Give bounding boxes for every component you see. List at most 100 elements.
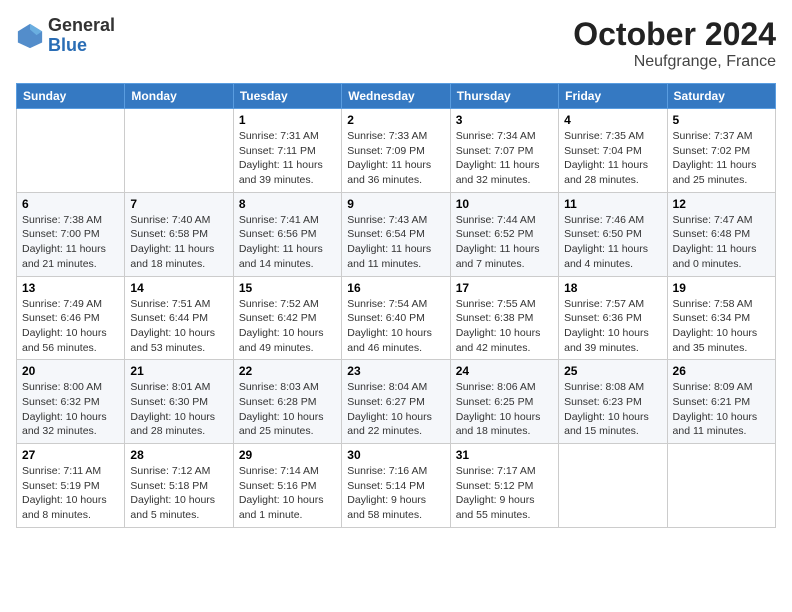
day-detail: Sunrise: 7:16 AM Sunset: 5:14 PM Dayligh… [347,464,444,523]
day-detail: Sunrise: 7:55 AM Sunset: 6:38 PM Dayligh… [456,297,553,356]
day-number: 12 [673,197,770,211]
calendar-cell: 18 Sunrise: 7:57 AM Sunset: 6:36 PM Dayli… [559,276,667,360]
day-number: 15 [239,281,336,295]
day-number: 9 [347,197,444,211]
weekday-header: Saturday [667,84,775,109]
day-detail: Sunrise: 7:11 AM Sunset: 5:19 PM Dayligh… [22,464,119,523]
day-number: 25 [564,364,661,378]
calendar-cell: 27 Sunrise: 7:11 AM Sunset: 5:19 PM Dayli… [17,444,125,528]
day-number: 5 [673,113,770,127]
day-detail: Sunrise: 8:04 AM Sunset: 6:27 PM Dayligh… [347,380,444,439]
title-block: October 2024 Neufgrange, France [573,16,776,71]
calendar-cell: 31 Sunrise: 7:17 AM Sunset: 5:12 PM Dayli… [450,444,558,528]
calendar-cell: 20 Sunrise: 8:00 AM Sunset: 6:32 PM Dayli… [17,360,125,444]
day-number: 13 [22,281,119,295]
calendar-cell: 8 Sunrise: 7:41 AM Sunset: 6:56 PM Daylig… [233,192,341,276]
calendar-cell: 17 Sunrise: 7:55 AM Sunset: 6:38 PM Dayli… [450,276,558,360]
day-detail: Sunrise: 7:40 AM Sunset: 6:58 PM Dayligh… [130,213,227,272]
day-detail: Sunrise: 8:09 AM Sunset: 6:21 PM Dayligh… [673,380,770,439]
calendar-week-row: 27 Sunrise: 7:11 AM Sunset: 5:19 PM Dayli… [17,444,776,528]
page-header: General Blue October 2024 Neufgrange, Fr… [16,16,776,71]
calendar-cell: 29 Sunrise: 7:14 AM Sunset: 5:16 PM Dayli… [233,444,341,528]
day-detail: Sunrise: 8:03 AM Sunset: 6:28 PM Dayligh… [239,380,336,439]
day-detail: Sunrise: 7:33 AM Sunset: 7:09 PM Dayligh… [347,129,444,188]
calendar-cell [125,109,233,193]
calendar-cell: 25 Sunrise: 8:08 AM Sunset: 6:23 PM Dayli… [559,360,667,444]
day-detail: Sunrise: 7:41 AM Sunset: 6:56 PM Dayligh… [239,213,336,272]
day-detail: Sunrise: 7:58 AM Sunset: 6:34 PM Dayligh… [673,297,770,356]
day-number: 20 [22,364,119,378]
day-detail: Sunrise: 7:51 AM Sunset: 6:44 PM Dayligh… [130,297,227,356]
calendar-cell [559,444,667,528]
calendar-week-row: 6Sunrise: 7:38 AM Sunset: 7:00 PM Daylig… [17,192,776,276]
day-detail: Sunrise: 7:43 AM Sunset: 6:54 PM Dayligh… [347,213,444,272]
calendar-cell [667,444,775,528]
calendar-cell: 7 Sunrise: 7:40 AM Sunset: 6:58 PM Daylig… [125,192,233,276]
logo-blue-text: Blue [48,36,115,56]
calendar-cell: 3 Sunrise: 7:34 AM Sunset: 7:07 PM Daylig… [450,109,558,193]
day-number: 18 [564,281,661,295]
month-title: October 2024 [573,16,776,53]
weekday-header: Thursday [450,84,558,109]
calendar-cell: 28 Sunrise: 7:12 AM Sunset: 5:18 PM Dayli… [125,444,233,528]
day-number: 26 [673,364,770,378]
day-number: 7 [130,197,227,211]
day-detail: Sunrise: 8:06 AM Sunset: 6:25 PM Dayligh… [456,380,553,439]
calendar-cell: 13Sunrise: 7:49 AM Sunset: 6:46 PM Dayli… [17,276,125,360]
day-number: 27 [22,448,119,462]
day-number: 22 [239,364,336,378]
day-number: 4 [564,113,661,127]
calendar-cell: 4 Sunrise: 7:35 AM Sunset: 7:04 PM Daylig… [559,109,667,193]
weekday-header: Sunday [17,84,125,109]
calendar-cell: 15 Sunrise: 7:52 AM Sunset: 6:42 PM Dayli… [233,276,341,360]
day-detail: Sunrise: 8:08 AM Sunset: 6:23 PM Dayligh… [564,380,661,439]
day-number: 2 [347,113,444,127]
calendar-week-row: 13Sunrise: 7:49 AM Sunset: 6:46 PM Dayli… [17,276,776,360]
calendar-week-row: 1Sunrise: 7:31 AM Sunset: 7:11 PM Daylig… [17,109,776,193]
day-number: 28 [130,448,227,462]
location-title: Neufgrange, France [573,53,776,71]
day-number: 14 [130,281,227,295]
day-detail: Sunrise: 7:12 AM Sunset: 5:18 PM Dayligh… [130,464,227,523]
day-detail: Sunrise: 7:44 AM Sunset: 6:52 PM Dayligh… [456,213,553,272]
day-number: 3 [456,113,553,127]
day-detail: Sunrise: 7:38 AM Sunset: 7:00 PM Dayligh… [22,213,119,272]
day-detail: Sunrise: 7:14 AM Sunset: 5:16 PM Dayligh… [239,464,336,523]
calendar-cell: 16 Sunrise: 7:54 AM Sunset: 6:40 PM Dayli… [342,276,450,360]
day-number: 17 [456,281,553,295]
day-detail: Sunrise: 7:17 AM Sunset: 5:12 PM Dayligh… [456,464,553,523]
day-detail: Sunrise: 7:57 AM Sunset: 6:36 PM Dayligh… [564,297,661,356]
calendar-cell: 14 Sunrise: 7:51 AM Sunset: 6:44 PM Dayli… [125,276,233,360]
day-number: 24 [456,364,553,378]
day-number: 30 [347,448,444,462]
day-number: 8 [239,197,336,211]
logo: General Blue [16,16,115,56]
calendar-cell: 5 Sunrise: 7:37 AM Sunset: 7:02 PM Daylig… [667,109,775,193]
day-number: 23 [347,364,444,378]
calendar-cell: 24 Sunrise: 8:06 AM Sunset: 6:25 PM Dayli… [450,360,558,444]
calendar-cell: 22 Sunrise: 8:03 AM Sunset: 6:28 PM Dayli… [233,360,341,444]
calendar-cell: 21Sunrise: 8:01 AM Sunset: 6:30 PM Dayli… [125,360,233,444]
day-number: 1 [239,113,336,127]
calendar-cell: 12Sunrise: 7:47 AM Sunset: 6:48 PM Dayli… [667,192,775,276]
day-detail: Sunrise: 7:54 AM Sunset: 6:40 PM Dayligh… [347,297,444,356]
calendar-cell: 30 Sunrise: 7:16 AM Sunset: 5:14 PM Dayli… [342,444,450,528]
logo-general-text: General [48,16,115,36]
calendar-cell: 9 Sunrise: 7:43 AM Sunset: 6:54 PM Daylig… [342,192,450,276]
day-detail: Sunrise: 7:52 AM Sunset: 6:42 PM Dayligh… [239,297,336,356]
day-number: 21 [130,364,227,378]
calendar-cell: 6Sunrise: 7:38 AM Sunset: 7:00 PM Daylig… [17,192,125,276]
day-number: 10 [456,197,553,211]
day-number: 29 [239,448,336,462]
logo-text: General Blue [48,16,115,56]
calendar-cell: 2 Sunrise: 7:33 AM Sunset: 7:09 PM Daylig… [342,109,450,193]
day-detail: Sunrise: 7:37 AM Sunset: 7:02 PM Dayligh… [673,129,770,188]
day-detail: Sunrise: 7:34 AM Sunset: 7:07 PM Dayligh… [456,129,553,188]
day-detail: Sunrise: 7:35 AM Sunset: 7:04 PM Dayligh… [564,129,661,188]
day-number: 31 [456,448,553,462]
day-detail: Sunrise: 8:00 AM Sunset: 6:32 PM Dayligh… [22,380,119,439]
calendar-cell [17,109,125,193]
calendar-table: SundayMondayTuesdayWednesdayThursdayFrid… [16,83,776,528]
day-number: 16 [347,281,444,295]
day-number: 19 [673,281,770,295]
